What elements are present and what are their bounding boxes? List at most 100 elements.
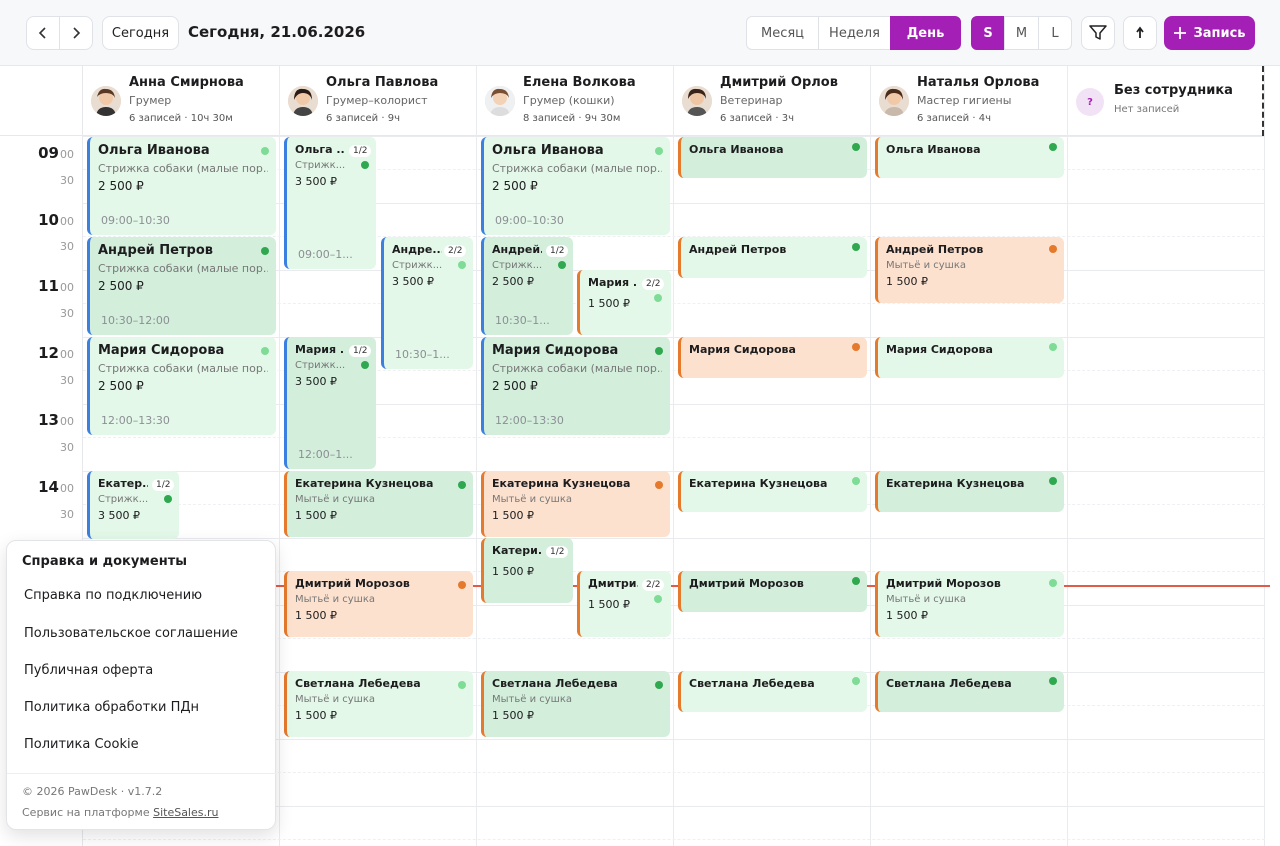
employee-stats: 8 записей · 9ч 30м [523, 113, 621, 124]
status-dot [1049, 677, 1057, 685]
employee-role: Ветеринар [720, 94, 783, 107]
help-link[interactable]: Пользовательское соглашение [24, 626, 238, 641]
employee-name: Ольга Павлова [326, 75, 439, 90]
appointment-card[interactable]: Катери...1 500 ₽ 1/2 [481, 538, 573, 603]
view-day-tab[interactable]: День [890, 16, 961, 50]
group-badge: 1/2 [152, 479, 175, 491]
appointment-card[interactable]: Екатерина Кузнецова [678, 471, 867, 512]
employee-header[interactable]: Наталья Орлова Мастер гигиены 6 записей … [871, 66, 1068, 136]
time-label: 30 [60, 240, 74, 253]
help-popup: Справка и документы Справка по подключен… [6, 540, 277, 830]
help-link[interactable]: Публичная оферта [24, 663, 153, 678]
next-day-button[interactable] [59, 16, 93, 50]
appointment-card[interactable]: Екатер...Стрижк...3 500 ₽ 1/2 [87, 471, 179, 539]
appointment-card[interactable]: Светлана Лебедева Мытьё и сушка 1 500 ₽ [481, 671, 670, 737]
time-label: 1400 [38, 478, 74, 496]
appointment-card[interactable]: Ольга Иванова [678, 137, 867, 178]
status-dot [852, 343, 860, 351]
appointment-card[interactable]: Дмитрий Морозов [678, 571, 867, 612]
appointment-card[interactable]: Андрей Петров Стрижка собаки (малые пор..… [87, 237, 276, 335]
time-label: 30 [60, 441, 74, 454]
chevron-left-icon [38, 27, 46, 39]
appointment-card[interactable]: Мария Сидорова [875, 337, 1064, 378]
filter-icon [1089, 25, 1107, 40]
appointment-card[interactable]: Мария Сидорова Стрижка собаки (малые пор.… [87, 337, 276, 435]
status-dot [1049, 245, 1057, 253]
time-label: 0900 [38, 144, 74, 162]
appointment-card[interactable]: Дмитрий Морозов Мытьё и сушка 1 500 ₽ [284, 571, 473, 637]
toolbar: Сегодня Сегодня, 21.06.2026 Месяц Неделя… [0, 0, 1280, 66]
unassigned-header[interactable]: ? Без сотрудника Нет записей [1068, 66, 1265, 136]
time-label: 30 [60, 508, 74, 521]
status-dot [1049, 143, 1057, 151]
employee-header[interactable]: Ольга Павлова Грумер–колорист 6 записей … [280, 66, 477, 136]
employee-name: Дмитрий Орлов [720, 75, 838, 90]
status-dot [654, 294, 662, 302]
appointment-card[interactable]: Андрей...Стрижк...2 500 ₽10:30–1... 1/2 [481, 237, 573, 335]
plus-icon [1174, 27, 1187, 39]
platform-link[interactable]: SiteSales.ru [153, 806, 218, 819]
status-dot [1049, 477, 1057, 485]
today-button[interactable]: Сегодня [102, 16, 179, 50]
employee-role: Грумер (кошки) [523, 94, 615, 107]
time-label: 1000 [38, 211, 74, 229]
status-dot [655, 681, 663, 689]
appointment-card[interactable]: Ольга Иванова [875, 137, 1064, 178]
filter-button[interactable] [1081, 16, 1115, 50]
size-m-button[interactable]: M [1004, 16, 1039, 50]
appointment-card[interactable]: Мария Сидорова [678, 337, 867, 378]
appointment-card[interactable]: Ольга Иванова Стрижка собаки (малые пор..… [87, 137, 276, 235]
size-s-button[interactable]: S [971, 16, 1005, 50]
appointment-card[interactable]: Дмитрий Морозов Мытьё и сушка 1 500 ₽ [875, 571, 1064, 637]
appointment-card[interactable]: Мария Сидорова Стрижка собаки (малые пор.… [481, 337, 670, 435]
appointment-card[interactable]: Светлана Лебедева [875, 671, 1064, 712]
appointment-card[interactable]: Светлана Лебедева [678, 671, 867, 712]
status-dot [361, 161, 369, 169]
status-dot [361, 361, 369, 369]
status-dot [558, 261, 566, 269]
appointment-card[interactable]: Мария ...1 500 ₽ 2/2 [577, 270, 671, 335]
group-badge: 1/2 [546, 546, 569, 558]
status-dot [655, 147, 663, 155]
time-label: 30 [60, 174, 74, 187]
prev-day-button[interactable] [26, 16, 60, 50]
arrow-up-icon [1136, 26, 1144, 38]
appointment-card[interactable]: Екатерина Кузнецова Мытьё и сушка 1 500 ₽ [481, 471, 670, 537]
employee-header[interactable]: Анна Смирнова Грумер 6 записей · 10ч 30м [83, 66, 280, 136]
status-dot [458, 681, 466, 689]
size-l-button[interactable]: L [1038, 16, 1072, 50]
time-label: 1200 [38, 344, 74, 362]
time-label: 30 [60, 374, 74, 387]
appointment-card[interactable]: Ольга Иванова Стрижка собаки (малые пор..… [481, 137, 670, 235]
view-week-tab[interactable]: Неделя [818, 16, 891, 50]
help-link[interactable]: Справка по подключению [24, 588, 202, 603]
time-label: 30 [60, 307, 74, 320]
avatar [91, 86, 121, 116]
appointment-card[interactable]: Дмитри...1 500 ₽ 2/2 [577, 571, 671, 637]
status-dot [655, 347, 663, 355]
group-badge: 1/2 [349, 345, 372, 357]
appointment-card[interactable]: Мария ...Стрижк...3 500 ₽12:00–1... 1/2 [284, 337, 376, 469]
status-dot [458, 481, 466, 489]
view-month-tab[interactable]: Месяц [746, 16, 819, 50]
appointment-card[interactable]: Андрей Петров [678, 237, 867, 278]
help-link[interactable]: Политика обработки ПДн [24, 700, 199, 715]
add-appointment-button[interactable]: Запись [1164, 16, 1255, 50]
time-header-cell [0, 66, 83, 136]
appointment-card[interactable]: Ольга ... Стрижк... 3 500 ₽09:00–1... 1/2 [284, 137, 376, 269]
upload-button[interactable] [1123, 16, 1157, 50]
appointment-card[interactable]: Светлана Лебедева Мытьё и сушка 1 500 ₽ [284, 671, 473, 737]
time-label: 1300 [38, 411, 74, 429]
employee-header[interactable]: Елена Волкова Грумер (кошки) 8 записей ·… [477, 66, 674, 136]
appointment-card[interactable]: Андре... Стрижк... 3 500 ₽10:30–1... 2/2 [381, 237, 473, 369]
employee-header[interactable]: Дмитрий Орлов Ветеринар 6 записей · 3ч [674, 66, 871, 136]
status-dot [852, 577, 860, 585]
employee-stats: 6 записей · 10ч 30м [129, 113, 233, 124]
status-dot [852, 677, 860, 685]
appointment-card[interactable]: Екатерина Кузнецова Мытьё и сушка 1 500 ₽ [284, 471, 473, 537]
employee-role: Мастер гигиены [917, 94, 1012, 107]
employee-role: Грумер–колорист [326, 94, 428, 107]
appointment-card[interactable]: Андрей Петров Мытьё и сушка 1 500 ₽ [875, 237, 1064, 303]
help-link[interactable]: Политика Cookie [24, 737, 139, 752]
appointment-card[interactable]: Екатерина Кузнецова [875, 471, 1064, 512]
